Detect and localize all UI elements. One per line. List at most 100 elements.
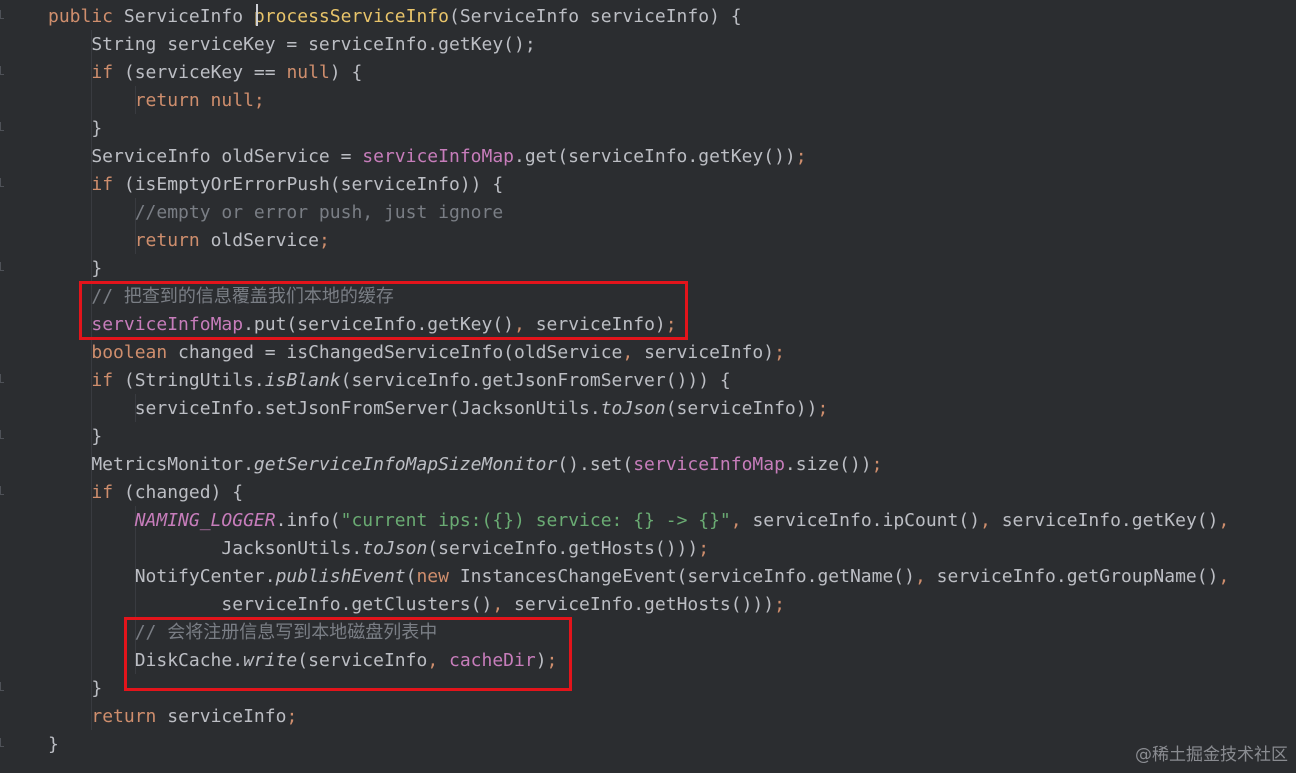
code-token: toJson bbox=[362, 538, 428, 559]
fold-marker-icon[interactable] bbox=[0, 10, 4, 19]
code-token: publishEvent bbox=[275, 566, 406, 587]
code-token: "current ips:({}) service: {} -> {}" bbox=[340, 510, 731, 531]
fold-marker-icon[interactable] bbox=[0, 66, 4, 75]
highlight-cache-update bbox=[79, 281, 688, 340]
code-token: serviceInfoMap bbox=[362, 146, 514, 167]
code-token: ; bbox=[817, 398, 829, 419]
code-token: .get(serviceInfo.getKey()) bbox=[514, 146, 796, 167]
code-line[interactable]: NAMING_LOGGER.info("current ips:({}) ser… bbox=[48, 507, 1230, 535]
code-token: serviceInfo.getHosts())) bbox=[514, 594, 775, 615]
code-token: (serviceInfo)) bbox=[665, 398, 818, 419]
code-token: (ServiceInfo serviceInfo) { bbox=[448, 6, 742, 27]
fold-marker-icon[interactable] bbox=[0, 178, 4, 187]
code-line[interactable]: serviceInfo.getClusters(), serviceInfo.g… bbox=[48, 591, 785, 619]
code-token: boolean bbox=[91, 342, 168, 363]
code-token: ServiceInfo bbox=[123, 6, 254, 27]
code-token: ; bbox=[253, 90, 265, 111]
code-token: serviceInfo.ipCount() bbox=[752, 510, 981, 531]
fold-marker-icon[interactable] bbox=[0, 682, 4, 691]
code-token: ServiceInfo oldService = bbox=[48, 146, 363, 167]
code-token: ; bbox=[871, 454, 883, 475]
code-token: ; bbox=[318, 230, 330, 251]
fold-marker-icon[interactable] bbox=[0, 430, 4, 439]
watermark: @稀土掘金技术社区 bbox=[1135, 745, 1288, 765]
code-token: MetricsMonitor. bbox=[48, 454, 254, 475]
code-token: ) { bbox=[329, 62, 363, 83]
code-token: //empty or error push, just ignore bbox=[134, 202, 504, 223]
code-line[interactable]: String serviceKey = serviceInfo.getKey()… bbox=[48, 31, 536, 59]
code-line[interactable]: return serviceInfo; bbox=[48, 703, 297, 731]
code-token: , bbox=[622, 342, 645, 363]
code-line[interactable]: } bbox=[48, 731, 59, 759]
code-token: , bbox=[730, 510, 753, 531]
code-token: , bbox=[980, 510, 1002, 531]
code-token: .info( bbox=[275, 510, 341, 531]
code-token: , bbox=[914, 566, 937, 587]
code-line[interactable]: return oldService; bbox=[48, 227, 330, 255]
code-line[interactable]: ServiceInfo oldService = serviceInfoMap.… bbox=[48, 143, 807, 171]
code-token: public bbox=[48, 6, 124, 27]
code-token: changed = isChangedServiceInfo(oldServic… bbox=[167, 342, 623, 363]
fold-marker-icon[interactable] bbox=[0, 262, 4, 271]
code-token: NAMING_LOGGER bbox=[134, 510, 276, 531]
code-token: serviceInfo.getClusters() bbox=[48, 594, 493, 615]
code-token: } bbox=[48, 426, 103, 447]
fold-marker-icon[interactable] bbox=[0, 738, 4, 747]
code-token: toJson bbox=[600, 398, 666, 419]
text-caret bbox=[256, 4, 258, 26]
code-line[interactable]: return null; bbox=[48, 87, 265, 115]
code-token: if bbox=[91, 174, 114, 195]
code-line[interactable]: if (isEmptyOrErrorPush(serviceInfo)) { bbox=[48, 171, 503, 199]
code-token: } bbox=[48, 734, 59, 755]
code-line[interactable]: JacksonUtils.toJson(serviceInfo.getHosts… bbox=[48, 535, 709, 563]
code-line[interactable]: if (serviceKey == null) { bbox=[48, 59, 362, 87]
code-token: ().set( bbox=[557, 454, 634, 475]
code-editor[interactable]: public ServiceInfo processServiceInfo(Se… bbox=[0, 0, 1296, 773]
code-token: NotifyCenter. bbox=[48, 566, 276, 587]
code-token: (serviceKey == bbox=[113, 62, 287, 83]
code-token: ; bbox=[774, 594, 785, 615]
code-line[interactable]: } bbox=[48, 675, 102, 703]
code-token: , bbox=[1218, 510, 1230, 531]
fold-marker-icon[interactable] bbox=[0, 374, 4, 383]
code-token: (StringUtils. bbox=[113, 370, 265, 391]
code-token: (serviceInfo.getHosts())) bbox=[427, 538, 699, 559]
code-token: if bbox=[91, 62, 114, 83]
code-line[interactable]: } bbox=[48, 115, 102, 143]
code-line[interactable]: if (StringUtils.isBlank(serviceInfo.getJ… bbox=[48, 367, 730, 395]
editor-gutter[interactable] bbox=[0, 0, 30, 773]
code-token: getServiceInfoMapSizeMonitor bbox=[253, 454, 558, 475]
code-token: serviceInfoMap bbox=[633, 454, 785, 475]
code-line[interactable]: //empty or error push, just ignore bbox=[48, 199, 503, 227]
code-token: isBlank bbox=[264, 370, 341, 391]
code-token: (changed) { bbox=[113, 482, 244, 503]
code-token: ; bbox=[795, 146, 807, 167]
code-line[interactable]: } bbox=[48, 423, 102, 451]
code-line[interactable]: boolean changed = isChangedServiceInfo(o… bbox=[48, 339, 785, 367]
code-token: null bbox=[286, 62, 330, 83]
code-token: new bbox=[416, 566, 449, 587]
code-line[interactable]: if (changed) { bbox=[48, 479, 243, 507]
code-token: ( bbox=[405, 566, 417, 587]
code-line[interactable]: serviceInfo.setJsonFromServer(JacksonUti… bbox=[48, 395, 829, 423]
code-line[interactable]: NotifyCenter.publishEvent(new InstancesC… bbox=[48, 563, 1230, 591]
fold-marker-icon[interactable] bbox=[0, 122, 4, 131]
code-line[interactable]: } bbox=[48, 255, 102, 283]
code-token: return bbox=[91, 706, 157, 727]
code-token: processServiceInfo bbox=[253, 6, 449, 27]
code-token: } bbox=[48, 258, 103, 279]
code-token: } bbox=[48, 678, 103, 699]
highlight-disk-write bbox=[124, 617, 572, 691]
fold-marker-icon[interactable] bbox=[0, 486, 4, 495]
code-line[interactable]: MetricsMonitor.getServiceInfoMapSizeMoni… bbox=[48, 451, 882, 479]
code-token: String serviceKey = serviceInfo.getKey()… bbox=[48, 34, 536, 55]
code-line[interactable]: public ServiceInfo processServiceInfo(Se… bbox=[48, 3, 742, 31]
code-token: serviceInfo.getGroupName() bbox=[936, 566, 1219, 587]
